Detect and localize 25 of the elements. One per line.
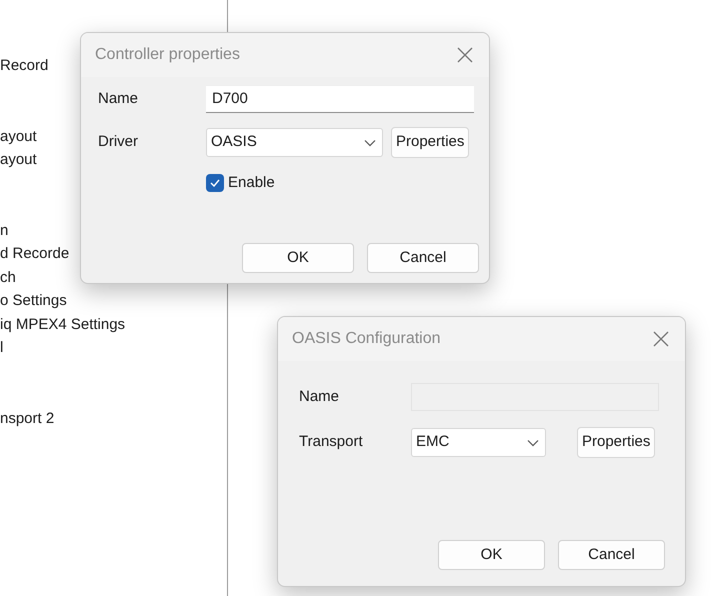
window-title: Controller properties: [95, 45, 240, 65]
close-icon[interactable]: [651, 329, 671, 349]
field-label: Name: [98, 88, 140, 109]
properties-button[interactable]: Properties: [391, 127, 470, 158]
close-icon[interactable]: [455, 45, 475, 65]
field-label: Transport: [299, 432, 364, 452]
window-title: OASIS Configuration: [292, 329, 441, 349]
check-icon: [210, 179, 220, 188]
name-field[interactable]: D700: [206, 85, 474, 113]
field-label: Driver: [98, 132, 139, 152]
dropdown[interactable]: EMC: [411, 428, 546, 457]
chevron-down-icon: [364, 138, 376, 146]
list-item[interactable]: l: [0, 336, 228, 360]
properties-button[interactable]: Properties: [577, 427, 656, 458]
list-item[interactable]: o Settings: [0, 289, 228, 312]
cancel-button[interactable]: Cancel: [367, 243, 479, 273]
chevron-down-icon: [527, 438, 539, 446]
dropdown[interactable]: OASIS: [206, 128, 383, 157]
field-label: Name: [299, 386, 340, 407]
ok-button[interactable]: OK: [242, 243, 354, 273]
enable-checkbox[interactable]: Enable: [206, 172, 275, 194]
ok-button[interactable]: OK: [438, 540, 545, 570]
list-item[interactable]: nsport 2: [0, 406, 228, 430]
cancel-button[interactable]: Cancel: [558, 540, 665, 570]
list-item[interactable]: iq MPEX4 Settings: [0, 312, 228, 336]
